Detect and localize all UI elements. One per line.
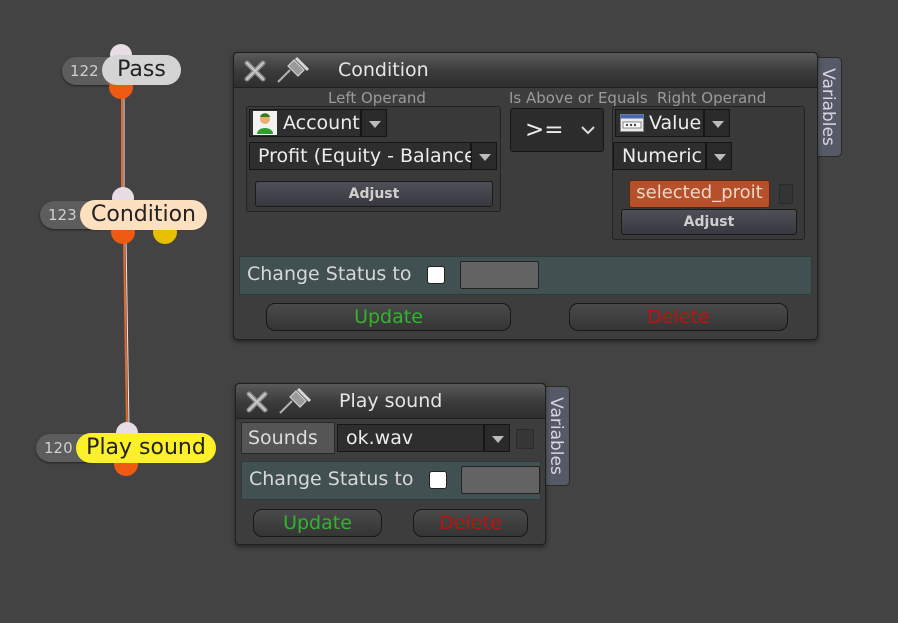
chevron-down-icon[interactable] (361, 109, 387, 137)
play-preview-handle[interactable] (516, 429, 534, 449)
left-operand-group: Account Profit (Equity - Balance) Adjust (246, 106, 501, 212)
sound-select[interactable]: ok.wav (337, 424, 484, 452)
chevron-down-icon[interactable] (706, 142, 732, 170)
change-status-checkbox[interactable] (427, 266, 445, 284)
user-icon (253, 111, 277, 135)
variables-tab[interactable]: Variables (543, 386, 570, 486)
update-button[interactable]: Update (253, 509, 382, 537)
value-icon (620, 114, 644, 132)
play-sound-titlebar[interactable]: Play sound (236, 384, 545, 419)
right-type-value: Numeric (622, 145, 702, 167)
change-status-checkbox[interactable] (429, 471, 447, 489)
operator-value: >= (525, 117, 564, 143)
chevron-down-icon[interactable] (704, 109, 730, 137)
pin-icon[interactable] (274, 56, 310, 84)
status-value-field[interactable] (460, 261, 539, 289)
update-button[interactable]: Update (266, 303, 511, 331)
variables-tab[interactable]: Variables (815, 57, 842, 157)
right-source-select[interactable]: Value (615, 109, 704, 137)
right-operand-group: Value Numeric selected_proit Adjust (612, 106, 805, 240)
variable-chip-handle[interactable] (779, 184, 793, 204)
left-adjust-button[interactable]: Adjust (255, 181, 493, 207)
panel-title: Play sound (339, 390, 443, 412)
play-sound-panel: Play sound Sounds ok.wav Change Status t… (235, 383, 546, 545)
right-adjust-button[interactable]: Adjust (621, 209, 797, 235)
right-operand-caption: Right Operand (657, 89, 767, 107)
status-value-field[interactable] (461, 466, 540, 494)
sound-value: ok.wav (346, 427, 414, 449)
close-icon[interactable] (244, 60, 266, 82)
left-field-value: Profit (Equity - Balance) (258, 145, 484, 167)
condition-panel: Condition Left Operand Is Above or Equal… (233, 52, 818, 340)
operator-select[interactable]: >= (510, 108, 604, 152)
flow-node-condition[interactable]: Condition (80, 200, 207, 230)
chevron-down-icon (581, 126, 595, 135)
chevron-down-icon[interactable] (484, 424, 510, 452)
left-source-select[interactable]: Account (249, 109, 361, 137)
change-status-row: Change Status to (241, 461, 541, 500)
variables-tab-label: Variables (818, 68, 838, 146)
close-icon[interactable] (246, 391, 268, 413)
delete-button[interactable]: Delete (569, 303, 788, 331)
right-type-select[interactable]: Numeric (613, 142, 706, 170)
change-status-label: Change Status to (249, 468, 414, 490)
change-status-row: Change Status to (239, 256, 812, 295)
left-operand-caption: Left Operand (328, 89, 426, 107)
pin-icon[interactable] (276, 387, 312, 415)
panel-title: Condition (338, 59, 429, 81)
left-field-select[interactable]: Profit (Equity - Balance) (249, 142, 483, 170)
variable-chip[interactable]: selected_proit (629, 180, 770, 208)
delete-button[interactable]: Delete (413, 509, 528, 537)
condition-titlebar[interactable]: Condition (234, 53, 817, 88)
chevron-down-icon[interactable] (471, 142, 497, 170)
flow-node-play-sound[interactable]: Play sound (76, 433, 216, 463)
change-status-label: Change Status to (247, 263, 412, 285)
sounds-label: Sounds (241, 422, 335, 454)
variables-tab-label: Variables (546, 397, 566, 475)
left-source-value: Account (283, 112, 360, 134)
flow-node-pass[interactable]: Pass (102, 55, 181, 85)
operator-caption: Is Above or Equals (509, 89, 648, 107)
right-source-value: Value (649, 112, 702, 134)
